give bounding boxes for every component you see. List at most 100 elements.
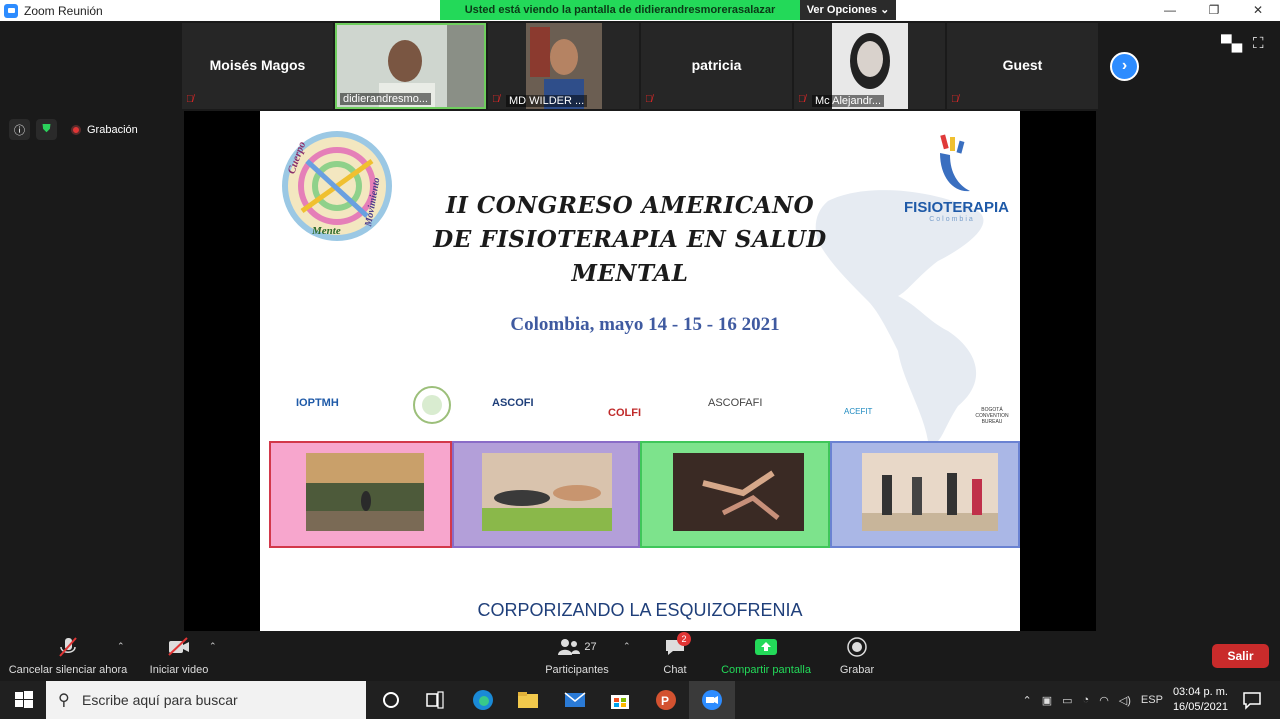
svg-text:P: P: [661, 694, 669, 708]
taskbar-clock[interactable]: 03:04 p. m. 16/05/2021: [1173, 685, 1228, 715]
cuerpo-mente-movimiento-logo: Cuerpo Mente Movimiento: [282, 131, 392, 241]
hand-heart-icon: [940, 134, 970, 192]
participants-button[interactable]: 27 Participantes: [543, 635, 611, 676]
slide-photo-exercise-group: [862, 453, 998, 531]
search-icon: ⚲: [58, 692, 70, 709]
share-banner-message: Usted está viendo la pantalla de didiera…: [440, 0, 800, 20]
participant-label: Mc Alejandr...: [812, 95, 885, 107]
participant-label: didierandresmo...: [340, 93, 431, 105]
presentation-slide: Cuerpo Mente Movimiento II CONGRESO AMER…: [260, 111, 1020, 631]
mute-button[interactable]: Cancelar silenciar ahora: [8, 635, 128, 676]
org-logo-ioptmh: IOPTMH: [296, 397, 339, 409]
file-explorer-icon[interactable]: [516, 688, 540, 712]
store-icon[interactable]: [608, 688, 632, 712]
share-screen-label: Compartir pantalla: [721, 664, 811, 676]
share-screen-button[interactable]: Compartir pantalla: [718, 635, 814, 676]
participants-icon: 27: [543, 635, 611, 659]
security-shield-icon[interactable]: ⛊: [36, 119, 57, 140]
hardware-icon[interactable]: ▭: [1062, 694, 1072, 707]
video-options-chevron-icon[interactable]: ⌃: [209, 641, 217, 652]
participant-name: Guest: [1002, 57, 1043, 73]
muted-mic-icon: 🎙̸: [645, 94, 653, 105]
slide-photo-panel: [640, 441, 830, 548]
zoom-taskbar-button[interactable]: [689, 681, 735, 719]
participant-tile[interactable]: Guest 🎙̸: [947, 23, 1098, 109]
slide-title-line: DE FISIOTERAPIA EN SALUD: [433, 226, 827, 253]
minimize-button[interactable]: —: [1148, 0, 1192, 21]
chat-badge: 2: [677, 632, 691, 646]
task-view-icon[interactable]: [423, 688, 447, 712]
restore-button[interactable]: ❐: [1192, 0, 1236, 21]
taskbar-search-box[interactable]: ⚲ Escribe aquí para buscar: [46, 681, 366, 719]
org-logo-acefit: ACEFIT: [844, 407, 873, 416]
view-options-button[interactable]: Ver Opciones ⌄: [800, 0, 896, 20]
org-logo-ascofi: ASCOFI: [492, 397, 534, 409]
participant-tile[interactable]: Moisés Magos 🎙̸: [182, 23, 333, 109]
fisioterapia-logo: FISIOTERAPIA Colombia: [904, 134, 1009, 223]
notifications-icon[interactable]: [1240, 688, 1264, 712]
participant-tile[interactable]: 🎙̸ Mc Alejandr...: [794, 23, 945, 109]
slide-title: II CONGRESO AMERICANO DE FISIOTERAPIA EN…: [430, 189, 830, 291]
org-logo-bogota: BOGOTÁ CONVENTION BUREAU: [975, 407, 1009, 425]
chat-icon: 2: [655, 632, 695, 659]
chat-button[interactable]: 2 Chat: [655, 632, 695, 676]
clock-time: 03:04 p. m.: [1172, 686, 1228, 698]
mail-icon[interactable]: [563, 688, 587, 712]
close-button[interactable]: ✕: [1236, 0, 1280, 21]
shared-screen: Cuerpo Mente Movimiento II CONGRESO AMER…: [184, 111, 1096, 631]
participant-tile-active[interactable]: didierandresmo...: [335, 23, 486, 109]
start-video-label: Iniciar video: [149, 664, 209, 676]
participant-strip: Moisés Magos 🎙̸ didierandresmo... 🎙̸ MD …: [182, 23, 1098, 109]
mute-label: Cancelar silenciar ahora: [8, 664, 128, 676]
zoom-app-icon: [702, 690, 722, 710]
slide-photo-panel: [269, 441, 452, 548]
org-logo-colfi: COLFI: [608, 407, 641, 419]
zoom-logo-icon: [4, 3, 18, 18]
muted-mic-icon: 🎙̸: [186, 94, 194, 105]
audio-options-chevron-icon[interactable]: ⌃: [117, 641, 125, 652]
powerpoint-icon[interactable]: P: [654, 688, 678, 712]
recording-label: Grabación: [87, 123, 138, 136]
volume-icon[interactable]: ◁): [1119, 694, 1131, 707]
participant-name: Moisés Magos: [209, 57, 306, 73]
participant-tile[interactable]: patricia 🎙̸: [641, 23, 792, 109]
fisioterapia-logo-sub: Colombia: [929, 216, 975, 223]
edge-browser-icon[interactable]: [471, 688, 495, 712]
participant-tile[interactable]: 🎙̸ MD WILDER ...: [488, 23, 639, 109]
participant-label: MD WILDER ...: [506, 95, 588, 107]
wifi-icon[interactable]: ◠: [1099, 694, 1109, 707]
windows-start-icon[interactable]: [12, 688, 36, 712]
info-icon[interactable]: ⓘ: [9, 119, 30, 140]
show-hidden-icons-chevron-icon[interactable]: ⌃: [1023, 694, 1032, 707]
muted-mic-icon: 🎙̸: [951, 94, 959, 105]
record-icon: [836, 635, 878, 659]
start-video-button[interactable]: Iniciar video: [146, 635, 212, 676]
meeting-area: Moisés Magos 🎙̸ didierandresmo... 🎙̸ MD …: [0, 21, 1280, 631]
participants-count: 27: [584, 641, 597, 653]
fisioterapia-logo-text: FISIOTERAPIA: [904, 199, 1010, 216]
next-page-button[interactable]: ›: [1110, 52, 1139, 81]
meeting-toolbar: Cancelar silenciar ahora ⌃ Iniciar video…: [0, 631, 1280, 681]
participants-label: Participantes: [545, 664, 609, 676]
slide-photo-panel: [830, 441, 1020, 548]
leave-button[interactable]: Salir: [1212, 644, 1269, 668]
meet-now-icon[interactable]: ▣: [1042, 694, 1052, 707]
org-seal-logo: [413, 386, 451, 424]
fullscreen-icon[interactable]: ⛶: [1253, 35, 1264, 52]
record-label: Grabar: [839, 664, 875, 676]
window-controls: — ❐ ✕: [1148, 0, 1280, 21]
network-icon[interactable]: ◔: [1083, 694, 1090, 706]
input-language[interactable]: ESP: [1141, 694, 1163, 706]
view-mode-icon[interactable]: ▀▄: [1221, 35, 1242, 52]
search-placeholder: Escribe aquí para buscar: [82, 692, 238, 708]
windows-taskbar: ⚲ Escribe aquí para buscar P ⌃ ▣ ▭ ◔ ◠ ◁…: [0, 681, 1280, 719]
participants-options-chevron-icon[interactable]: ⌃: [623, 641, 631, 652]
logo-word-mente: Mente: [311, 225, 341, 237]
slide-photo-stretching: [482, 453, 612, 531]
screen-share-banner: Usted está viendo la pantalla de didiera…: [440, 0, 896, 20]
muted-mic-icon: 🎙̸: [798, 94, 806, 105]
meeting-status: ⓘ ⛊ Grabación: [9, 119, 138, 140]
record-button[interactable]: Grabar: [836, 635, 878, 676]
slide-photo-lake: [306, 453, 424, 531]
cortana-icon[interactable]: [379, 688, 403, 712]
